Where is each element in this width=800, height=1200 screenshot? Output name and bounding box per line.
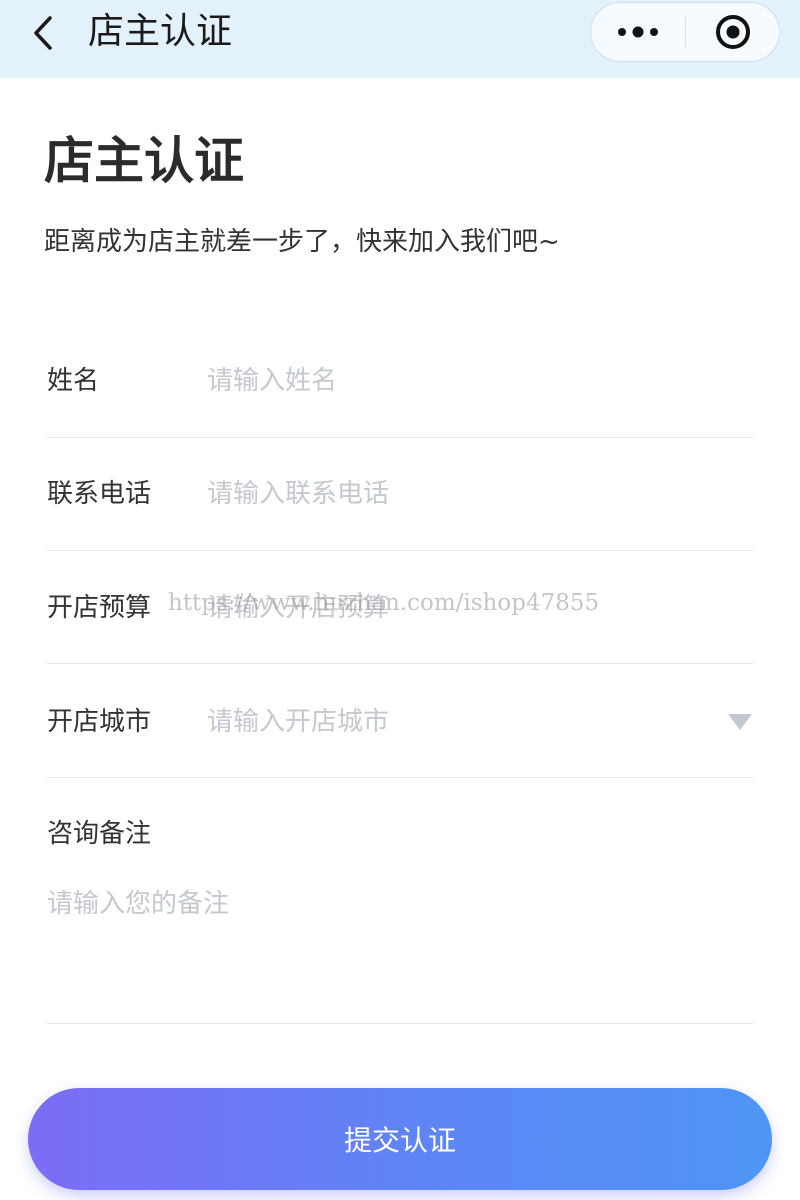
budget-label: 开店预算 — [47, 593, 152, 623]
submit-button[interactable]: 提交认证 — [28, 1088, 772, 1190]
chevron-left-icon — [34, 16, 52, 50]
form-row-name: 姓名 — [47, 326, 753, 438]
form-row-budget: 开店预算 — [47, 551, 753, 664]
phone-input[interactable] — [207, 474, 707, 514]
nav-title: 店主认证 — [88, 11, 233, 52]
form-row-phone: 联系电话 — [47, 438, 753, 551]
page-subtitle: 距离成为店主就差一步了，快来加入我们吧~ — [44, 227, 560, 257]
name-label: 姓名 — [47, 366, 100, 396]
name-input[interactable] — [207, 361, 707, 401]
remark-label: 咨询备注 — [47, 819, 152, 849]
phone-label: 联系电话 — [47, 479, 152, 509]
back-button[interactable] — [18, 8, 68, 58]
page-title: 店主认证 — [44, 132, 244, 190]
more-dots-icon — [618, 26, 658, 38]
form-row-city: 开店城市 — [47, 664, 753, 778]
triangle-down-icon[interactable] — [727, 712, 753, 732]
more-button[interactable] — [591, 3, 685, 61]
city-label: 开店城市 — [47, 707, 152, 737]
form-row-remark: 咨询备注 — [47, 778, 753, 1024]
budget-input[interactable] — [207, 588, 707, 628]
mini-program-capsule — [590, 2, 780, 62]
nav-bar: 店主认证 — [0, 0, 800, 78]
city-input[interactable] — [207, 702, 707, 742]
close-button[interactable] — [686, 3, 779, 61]
target-circle-icon — [715, 15, 750, 49]
remark-textarea[interactable] — [47, 886, 747, 996]
